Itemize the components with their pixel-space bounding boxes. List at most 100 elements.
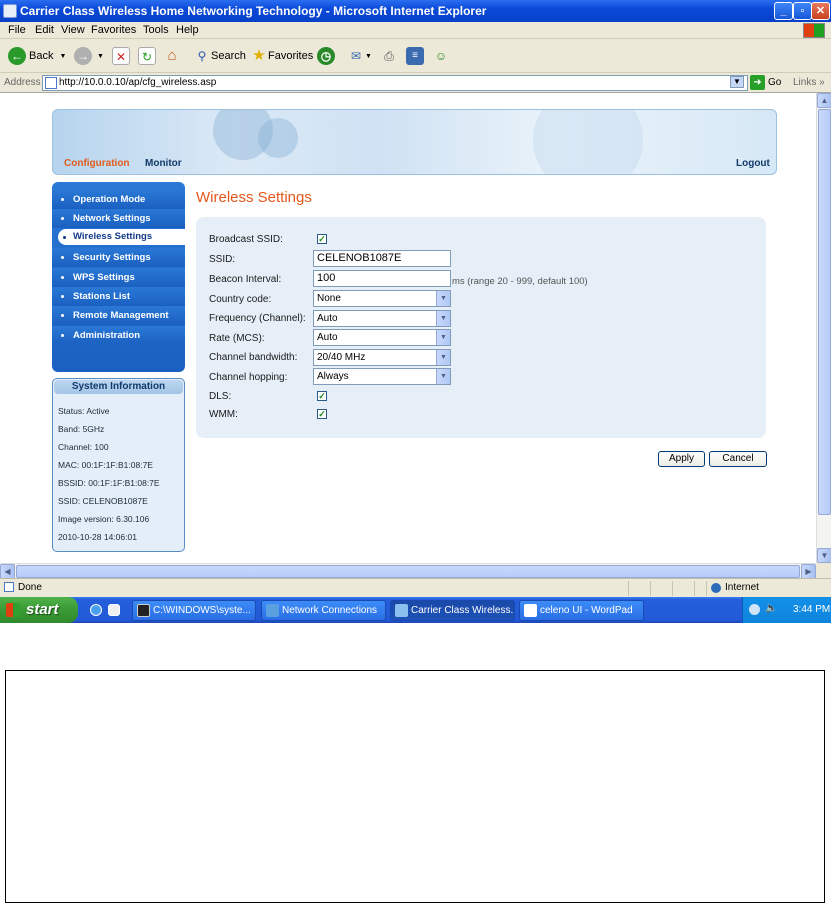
scroll-up-icon[interactable]: ▲ [817,93,831,108]
image-version-row: Image version: 6.30.106 [58,514,150,524]
dls-checkbox[interactable]: ✓ [317,391,327,401]
address-dropdown-icon[interactable]: ▼ [730,76,744,88]
chevron-down-icon: ▼ [436,291,450,306]
close-button[interactable]: ✕ [811,2,830,20]
home-button[interactable]: ⌂ [163,45,181,67]
task-cmd[interactable]: C:\WINDOWS\syste... [132,600,256,621]
stop-button[interactable]: ✕ [112,45,130,67]
task-label: Network Connections [282,605,378,616]
task-carrier-class-wireless[interactable]: Carrier Class Wireless... [390,600,515,621]
bullet-icon [61,314,64,317]
mail-icon: ✉ [350,49,362,63]
frequency-label: Frequency (Channel): [209,313,306,324]
settings-panel [196,217,766,438]
desktop-quicklaunch-icon[interactable] [108,604,120,616]
ie-quicklaunch-icon[interactable] [90,604,102,616]
nav-network-settings[interactable]: Network Settings [52,209,185,228]
go-button[interactable]: ➜ Go [750,75,781,90]
nav-administration[interactable]: Administration [52,326,185,345]
messenger-button[interactable]: ☺ [432,45,450,67]
nav-remote-management[interactable]: Remote Management [52,306,185,325]
history-button[interactable]: ◷ [317,45,338,67]
back-button[interactable]: ← Back ▼ [8,45,66,67]
system-information-title: System Information [54,380,183,394]
nav-wps-settings[interactable]: WPS Settings [52,268,185,287]
refresh-button[interactable]: ↻ [138,45,156,67]
vertical-scroll-thumb[interactable] [818,109,831,515]
status-row: Status: Active [58,406,110,416]
print-button[interactable]: ⎙ [380,45,398,67]
nav-label: Security Settings [73,252,151,263]
nav-label: Wireless Settings [73,231,153,242]
zone-cell: Internet [706,581,831,596]
chevron-down-icon: ▼ [365,52,372,60]
maximize-button[interactable]: ▫ [793,2,812,20]
menu-view[interactable]: View [61,24,85,36]
beacon-interval-hint: ms (range 20 - 999, default 100) [452,276,588,287]
ssid-input[interactable]: CELENOB1087E [313,250,451,267]
menu-favorites[interactable]: Favorites [91,24,136,36]
history-icon: ◷ [317,47,335,65]
bullet-icon [61,198,64,201]
cmd-icon [137,604,150,617]
nav-wireless-settings[interactable]: Wireless Settings [58,229,185,245]
wmm-checkbox[interactable]: ✓ [317,409,327,419]
windows-logo-icon [803,23,825,38]
apply-button[interactable]: Apply [658,451,705,467]
page-title: Wireless Settings [196,189,312,206]
chevron-down-icon: ▼ [436,350,450,365]
task-network-connections[interactable]: Network Connections [261,600,386,621]
frequency-value: Auto [317,313,338,324]
vertical-scrollbar[interactable]: ▲ ▼ [816,93,831,563]
broadcast-ssid-label: Broadcast SSID: [209,234,283,245]
address-url: http://10.0.0.10/ap/cfg_wireless.asp [59,77,217,88]
page-icon [45,77,57,89]
chevron-down-icon: ▼ [59,52,67,60]
nav-label: WPS Settings [73,272,135,283]
wordpad-icon [524,604,537,617]
nav-security-settings[interactable]: Security Settings [52,248,185,267]
links-label: Links [793,77,817,88]
favorites-button[interactable]: ★ Favorites [250,45,313,67]
channel-bandwidth-select[interactable]: 20/40 MHz ▼ [313,349,451,366]
volume-icon[interactable]: 🔈 [765,603,777,614]
search-button[interactable]: ⚲ Search [193,45,246,67]
rate-select[interactable]: Auto ▼ [313,329,451,346]
nav-label: Administration [73,330,141,341]
address-input[interactable]: http://10.0.0.10/ap/cfg_wireless.asp [42,75,748,91]
horizontal-scrollbar[interactable]: ◀ ▶ [0,563,816,579]
tab-monitor[interactable]: Monitor [145,158,182,169]
broadcast-ssid-checkbox[interactable]: ✓ [317,234,327,244]
task-label: Carrier Class Wireless... [411,605,515,616]
minimize-button[interactable]: _ [774,2,793,20]
scroll-right-icon[interactable]: ▶ [801,564,816,579]
start-button[interactable]: start [0,597,78,623]
scroll-left-icon[interactable]: ◀ [0,564,15,579]
banner-decoration [533,110,643,174]
cancel-button[interactable]: Cancel [709,451,767,467]
tray-arrow-icon[interactable] [749,604,760,615]
horizontal-scroll-thumb[interactable] [16,565,800,578]
menu-file[interactable]: File [8,24,26,36]
links-button[interactable]: Links » [793,77,825,88]
stop-icon: ✕ [112,47,130,65]
mail-button[interactable]: ✉ ▼ [347,45,372,67]
frequency-select[interactable]: Auto ▼ [313,310,451,327]
menu-tools[interactable]: Tools [143,24,169,36]
scroll-down-icon[interactable]: ▼ [817,548,831,563]
forward-button[interactable]: → ▼ [74,45,104,67]
system-tray: 🔈 3:44 PM [742,597,831,623]
beacon-interval-input[interactable]: 100 [313,270,451,287]
nav-stations-list[interactable]: Stations List [52,287,185,306]
menu-edit[interactable]: Edit [35,24,54,36]
bullet-icon [61,217,64,220]
menu-help[interactable]: Help [176,24,199,36]
task-wordpad[interactable]: celeno UI - WordPad [519,600,644,621]
tab-configuration[interactable]: Configuration [64,158,130,169]
channel-hopping-select[interactable]: Always ▼ [313,368,451,385]
country-code-select[interactable]: None ▼ [313,290,451,307]
logout-link[interactable]: Logout [736,158,770,169]
chevron-down-icon: ▼ [436,311,450,326]
edit-button[interactable]: ≡ [406,45,424,67]
nav-operation-mode[interactable]: Operation Mode [52,190,185,209]
